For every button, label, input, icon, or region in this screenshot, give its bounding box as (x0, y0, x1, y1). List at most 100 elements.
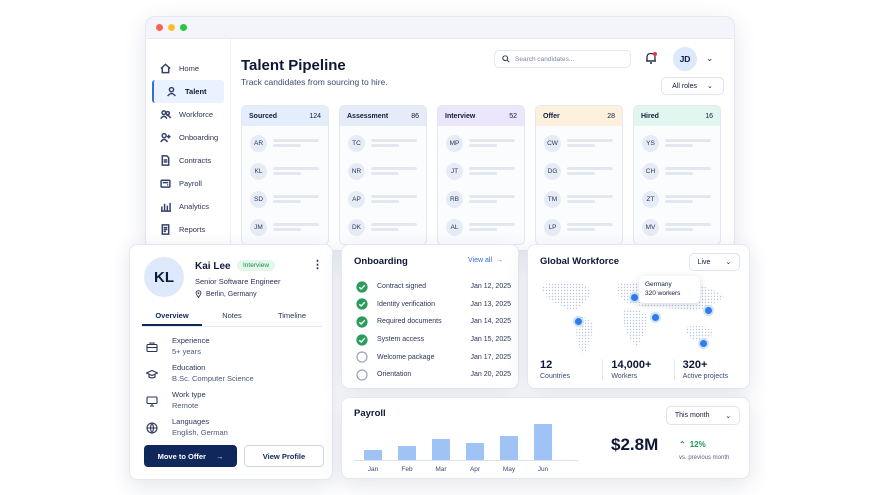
detail-label: Work type (172, 390, 206, 399)
onboarding-task[interactable]: Welcome package Jan 17, 2025 (356, 348, 514, 366)
app-window: Home Talent Workforce Onboarding Contracts Pa… (145, 16, 735, 251)
sidebar-item-workforce[interactable]: Workforce (146, 103, 230, 126)
candidate-avatar: SD (250, 190, 267, 208)
candidate-card[interactable]: TM (536, 185, 622, 213)
candidate-placeholder-lines (371, 137, 417, 149)
user-avatar[interactable]: JD (673, 47, 697, 71)
candidate-card[interactable]: ZT (634, 185, 720, 213)
view-all-link[interactable]: View all → (468, 257, 503, 264)
more-options-icon[interactable]: ⋮ (312, 258, 323, 271)
map-marker[interactable] (698, 338, 709, 349)
sidebar-item-label: Talent (185, 87, 207, 96)
x-tick-label: Mar (435, 466, 447, 473)
candidate-card[interactable]: SD (242, 185, 328, 213)
maximize-window-dot[interactable] (180, 24, 187, 31)
onboarding-task[interactable]: Orientation Jan 20, 2025 (356, 366, 514, 384)
candidate-card[interactable]: RB (438, 185, 524, 213)
roles-filter-select[interactable]: All roles ⌄ (661, 77, 724, 95)
search-input[interactable]: Search candidates... (494, 50, 631, 68)
tab-overview[interactable]: Overview (142, 309, 202, 326)
page-subtitle: Track candidates from sourcing to hire. (241, 77, 388, 87)
candidate-card[interactable]: CW (536, 129, 622, 157)
sidebar-item-reports[interactable]: Reports (146, 218, 230, 241)
candidate-card[interactable]: AL (438, 213, 524, 241)
candidate-card[interactable]: CH (634, 157, 720, 185)
payroll-bar[interactable] (466, 443, 484, 460)
column-count: 16 (705, 112, 713, 120)
empty-circle-icon (356, 351, 368, 363)
sidebar-item-home[interactable]: Home (146, 57, 230, 80)
candidate-placeholder-lines (273, 221, 319, 233)
workforce-title: Global Workforce (540, 256, 620, 267)
candidate-placeholder-lines (469, 221, 515, 233)
onboarding-task[interactable]: Contract signed Jan 12, 2025 (356, 278, 514, 296)
payroll-bar[interactable] (398, 446, 416, 460)
candidate-card[interactable]: NR (340, 157, 426, 185)
live-select[interactable]: Live ⌄ (689, 253, 740, 271)
wallet-icon (160, 179, 171, 188)
document-icon (161, 155, 170, 166)
column-title: Interview (445, 112, 476, 120)
move-to-offer-button[interactable]: Move to Offer → (144, 445, 237, 467)
candidate-avatar: YS (642, 134, 659, 152)
candidate-card[interactable]: DK (340, 213, 426, 241)
period-select-value: This month (674, 412, 710, 419)
sidebar-item-contracts[interactable]: Contracts (146, 149, 230, 172)
candidate-card[interactable]: KL (242, 157, 328, 185)
payroll-bar[interactable] (500, 436, 518, 460)
sidebar-item-talent[interactable]: Talent (152, 80, 224, 103)
report-icon (161, 224, 170, 235)
pipeline-column-assessment: Assessment 86 TC NR AP DK (339, 105, 427, 245)
candidate-card[interactable]: AP (340, 185, 426, 213)
map-marker[interactable] (650, 312, 661, 323)
candidate-avatar: CH (642, 162, 659, 180)
close-window-dot[interactable] (156, 24, 163, 31)
candidate-avatar: KL (144, 257, 184, 297)
check-circle-icon (356, 333, 368, 346)
onboarding-task[interactable]: Identity verification Jan 13, 2025 (356, 296, 514, 314)
sidebar-item-onboarding[interactable]: Onboarding (146, 126, 230, 149)
tab-notes[interactable]: Notes (202, 309, 262, 326)
candidate-avatar: AP (348, 190, 365, 208)
candidate-card[interactable]: TC (340, 129, 426, 157)
map-marker[interactable] (703, 305, 714, 316)
live-select-value: Live (697, 258, 711, 266)
notifications-button[interactable] (644, 51, 658, 70)
sidebar-item-payroll[interactable]: Payroll (146, 172, 230, 195)
pipeline-column-sourced: Sourced 124 AR KL SD JM (241, 105, 329, 245)
map-marker[interactable] (573, 316, 584, 327)
tooltip-country: Germany (645, 281, 672, 288)
period-select[interactable]: This month ⌄ (666, 406, 740, 425)
candidate-card[interactable]: JT (438, 157, 524, 185)
sidebar-item-analytics[interactable]: Analytics (146, 195, 230, 218)
minimize-window-dot[interactable] (168, 24, 175, 31)
task-date: Jan 12, 2025 (470, 283, 511, 291)
payroll-bar[interactable] (364, 450, 382, 460)
profile-tabs: Overview Notes Timeline (142, 309, 322, 327)
candidate-avatar: TC (348, 134, 365, 152)
payroll-bar[interactable] (432, 439, 450, 460)
x-tick-label: Jun (538, 466, 549, 473)
view-profile-button[interactable]: View Profile (244, 445, 324, 467)
candidate-card[interactable]: AR (242, 129, 328, 157)
candidate-card[interactable]: MV (634, 213, 720, 241)
task-label: Contract signed (377, 283, 427, 291)
chevron-down-icon[interactable]: ⌄ (706, 53, 714, 64)
tab-timeline[interactable]: Timeline (262, 309, 322, 326)
candidate-card[interactable]: YS (634, 129, 720, 157)
candidate-card[interactable]: MP (438, 129, 524, 157)
onboarding-task[interactable]: System access Jan 15, 2025 (356, 331, 514, 349)
payroll-bar[interactable] (534, 424, 552, 460)
check-circle-icon (356, 316, 368, 328)
onboarding-task[interactable]: Required documents Jan 14, 2025 (356, 313, 514, 331)
column-header: Hired 16 (634, 106, 720, 126)
candidate-card[interactable]: JM (242, 213, 328, 241)
candidate-avatar: AR (250, 134, 267, 152)
change-label: vs. previous month (679, 455, 730, 461)
candidate-card[interactable]: DG (536, 157, 622, 185)
candidate-location: Berlin, Germany (195, 290, 257, 298)
candidate-avatar: AL (446, 218, 463, 236)
candidate-card[interactable]: LP (536, 213, 622, 241)
detail-row-experience: Experience 5+ years (146, 333, 326, 360)
stat-label: Workers (611, 373, 638, 380)
